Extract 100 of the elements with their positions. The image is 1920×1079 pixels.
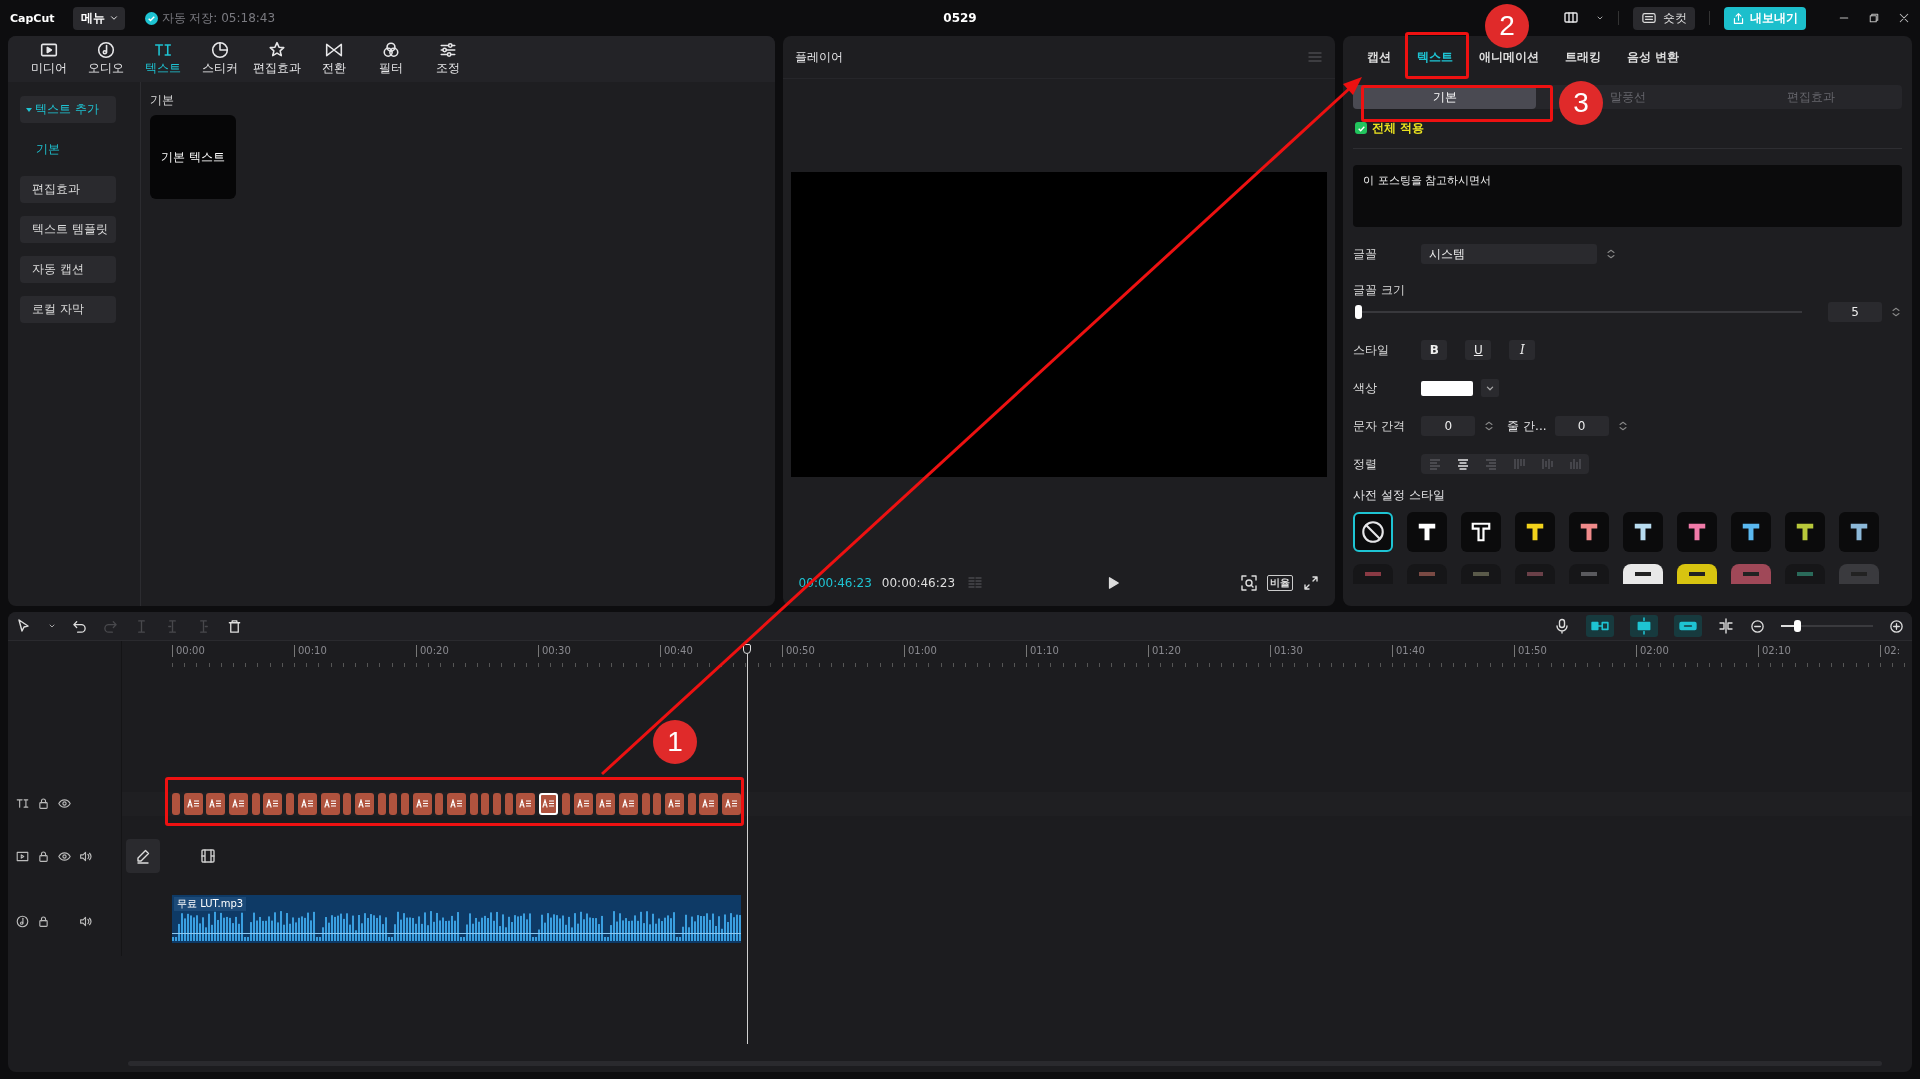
media-tab[interactable]: 미디어	[20, 36, 77, 82]
text-clip[interactable]	[183, 792, 203, 815]
speaker-icon[interactable]	[79, 914, 92, 928]
eye-icon[interactable]	[58, 797, 71, 810]
text-clip[interactable]	[504, 792, 513, 815]
text-clip[interactable]	[263, 792, 283, 815]
text-clip[interactable]	[641, 792, 650, 815]
preset-style[interactable]	[1515, 512, 1556, 552]
zoom-out-icon[interactable]	[1750, 618, 1765, 634]
text-clip[interactable]	[699, 792, 719, 815]
text-clip[interactable]	[469, 792, 478, 815]
text-clip[interactable]	[664, 792, 684, 815]
text-clip[interactable]	[573, 792, 593, 815]
text-input-area[interactable]: 이 포스팅을 참고하시면서	[1353, 165, 1902, 227]
text-clip[interactable]	[596, 792, 616, 815]
sidebar-item[interactable]: 텍스트 템플릿	[20, 216, 116, 243]
text-clip[interactable]	[389, 792, 398, 815]
lock-icon[interactable]	[37, 849, 50, 863]
lock-icon[interactable]	[37, 797, 50, 810]
restore-icon[interactable]	[1868, 12, 1880, 24]
text-clip[interactable]	[722, 792, 741, 815]
preset-style[interactable]	[1785, 512, 1826, 552]
split-vertical-icon[interactable]	[1718, 618, 1734, 634]
checkbox[interactable]	[1355, 122, 1368, 134]
media-tab[interactable]: 필터	[362, 36, 419, 82]
style-button[interactable]: I	[1509, 340, 1536, 360]
preset-style[interactable]	[1839, 512, 1880, 552]
preset-style[interactable]	[1677, 564, 1718, 584]
slider-thumb[interactable]	[1793, 620, 1801, 632]
style-button[interactable]: U	[1465, 340, 1492, 360]
text-clip[interactable]	[400, 792, 409, 815]
menu-button[interactable]: 메뉴	[72, 6, 125, 30]
media-tab[interactable]: 전환	[305, 36, 362, 82]
text-clip[interactable]	[354, 792, 374, 815]
preset-style[interactable]	[1677, 512, 1718, 552]
snap-icon[interactable]	[1630, 615, 1658, 637]
link-clips-icon[interactable]	[1586, 615, 1614, 637]
inspector-tab[interactable]: 애니메이션	[1479, 48, 1540, 66]
preset-style[interactable]	[1731, 512, 1772, 552]
audio-clip[interactable]: 무료 LUT.mp3	[172, 895, 741, 943]
inspector-tab[interactable]: 음성 변환	[1627, 48, 1680, 66]
preset-style[interactable]	[1461, 512, 1502, 552]
text-clip[interactable]	[251, 792, 260, 815]
undo-icon[interactable]	[72, 618, 87, 634]
media-tab[interactable]: 조정	[419, 36, 476, 82]
text-clip[interactable]	[377, 792, 386, 815]
sidebar-item[interactable]: 편집효과	[20, 176, 116, 203]
text-clip[interactable]	[286, 792, 295, 815]
style-button[interactable]: B	[1421, 340, 1448, 360]
focus-search-icon[interactable]	[1241, 575, 1258, 591]
inspector-tab[interactable]: 텍스트	[1417, 48, 1454, 66]
media-tab[interactable]: 스티커	[191, 36, 248, 82]
preset-style[interactable]	[1407, 512, 1448, 552]
text-clip[interactable]	[653, 792, 662, 815]
sidebar-item[interactable]: 로컬 자막	[20, 296, 116, 323]
media-tab[interactable]: 오디오	[77, 36, 134, 82]
text-clip[interactable]	[539, 792, 559, 815]
inspector-tab[interactable]: 캡션	[1367, 48, 1392, 66]
preset-style[interactable]	[1623, 564, 1664, 584]
text-preset-card[interactable]: 기본 텍스트	[150, 115, 236, 199]
link-icon[interactable]	[1674, 615, 1702, 637]
text-clip[interactable]	[481, 792, 490, 815]
color-swatch[interactable]	[1421, 380, 1474, 396]
film-icon[interactable]	[200, 848, 216, 864]
microphone-icon[interactable]	[1554, 618, 1570, 634]
caret-icon[interactable]	[48, 622, 56, 630]
caret-icon[interactable]	[1596, 14, 1604, 22]
number-input[interactable]: 0	[1421, 416, 1476, 436]
text-clip[interactable]	[172, 792, 180, 815]
text-clip[interactable]	[435, 792, 444, 815]
caret-icon[interactable]	[1481, 379, 1500, 397]
slider-thumb[interactable]	[1355, 305, 1363, 319]
inspector-tab[interactable]: 트래킹	[1565, 48, 1602, 66]
preset-style[interactable]	[1623, 512, 1664, 552]
text-clip[interactable]	[516, 792, 536, 815]
text-clip[interactable]	[206, 792, 226, 815]
sidebar-item[interactable]: 기본	[20, 136, 116, 163]
preset-style[interactable]	[1569, 512, 1610, 552]
media-tab[interactable]: 텍스트	[134, 36, 191, 82]
text-clip[interactable]	[447, 792, 466, 815]
text-clip[interactable]	[493, 792, 502, 815]
preset-style[interactable]	[1353, 512, 1394, 552]
lock-icon[interactable]	[37, 914, 50, 928]
trash-icon[interactable]	[227, 618, 242, 634]
fullscreen-icon[interactable]	[1303, 575, 1320, 591]
edit-button[interactable]	[126, 839, 160, 873]
text-clip[interactable]	[343, 792, 352, 815]
text-clip[interactable]	[297, 792, 317, 815]
play-icon[interactable]	[1106, 576, 1121, 590]
text-clip[interactable]	[229, 792, 249, 815]
text-clip[interactable]	[687, 792, 696, 815]
font-select[interactable]: 시스템	[1421, 244, 1598, 264]
number-input[interactable]: 0	[1554, 416, 1609, 436]
sidebar-item[interactable]: 텍스트 추가	[20, 96, 116, 123]
text-clip[interactable]	[412, 792, 432, 815]
text-clip[interactable]	[618, 792, 638, 815]
playhead[interactable]	[742, 644, 752, 1044]
sidebar-item[interactable]: 자동 캡션	[20, 256, 116, 283]
close-icon[interactable]	[1898, 12, 1910, 24]
speaker-icon[interactable]	[79, 849, 92, 863]
